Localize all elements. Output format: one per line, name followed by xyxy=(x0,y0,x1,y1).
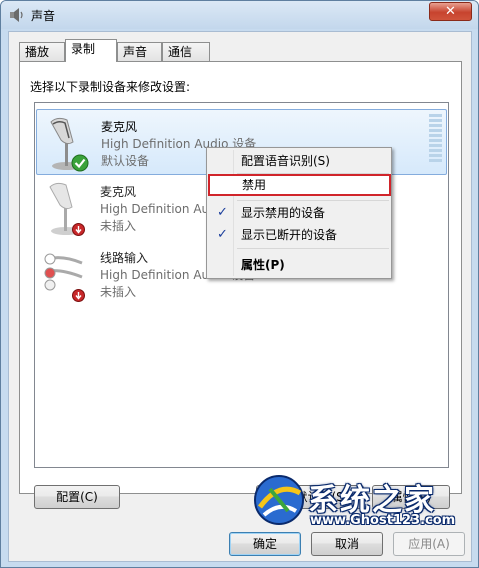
configure-button[interactable]: 配置(C) xyxy=(34,485,120,509)
tab-communications[interactable]: 通信 xyxy=(162,42,210,62)
apply-button[interactable]: 应用(A) xyxy=(393,532,465,556)
checkmark-icon: ✓ xyxy=(217,227,228,242)
device-name: 麦克风 xyxy=(100,185,137,199)
context-menu: 配置语音识别(S) 禁用 ✓ 显示禁用的设备 ✓ 显示已断开的设备 属性(P) xyxy=(206,147,392,279)
watermark-logo-icon xyxy=(254,475,304,525)
watermark: 系统之家 www.Ghost123.com xyxy=(248,469,476,533)
speaker-icon xyxy=(10,8,23,22)
ok-button[interactable]: 确定 xyxy=(229,532,301,556)
cancel-button[interactable]: 取消 xyxy=(311,532,383,556)
device-name: 线路输入 xyxy=(100,251,149,265)
unplugged-icon xyxy=(72,289,85,302)
default-check-icon xyxy=(71,154,89,172)
menu-item-show-disconnected[interactable]: ✓ 显示已断开的设备 xyxy=(209,224,389,246)
menu-separator xyxy=(237,248,389,249)
watermark-url: www.Ghost123.com xyxy=(310,513,456,528)
menu-item-show-disabled[interactable]: ✓ 显示禁用的设备 xyxy=(209,202,389,224)
sound-dialog: 声音 ✕ 播放 录制 声音 通信 选择以下录制设备来修改设置: 麦克风 High… xyxy=(0,0,479,568)
device-status: 未插入 xyxy=(100,219,137,233)
checkmark-icon: ✓ xyxy=(217,205,228,220)
tab-playback[interactable]: 播放 xyxy=(19,42,65,62)
menu-item-label: 显示禁用的设备 xyxy=(241,206,326,220)
menu-item-disable[interactable]: 禁用 xyxy=(208,174,391,196)
menu-item-label: 属性(P) xyxy=(241,258,285,272)
menu-item-label: 配置语音识别(S) xyxy=(241,154,330,168)
title-bar[interactable]: 声音 ✕ xyxy=(1,1,478,29)
tab-sounds[interactable]: 声音 xyxy=(117,42,162,62)
close-button[interactable]: ✕ xyxy=(429,2,472,21)
instruction-text: 选择以下录制设备来修改设置: xyxy=(30,80,191,94)
menu-item-label: 禁用 xyxy=(242,178,267,192)
menu-item-configure-speech[interactable]: 配置语音识别(S) xyxy=(209,150,389,172)
close-icon: ✕ xyxy=(445,4,456,19)
device-status: 默认设备 xyxy=(101,154,150,168)
menu-item-properties[interactable]: 属性(P) xyxy=(209,254,389,276)
unplugged-icon xyxy=(72,223,85,236)
window-title: 声音 xyxy=(31,9,56,23)
level-meter xyxy=(429,114,442,166)
device-name: 麦克风 xyxy=(101,120,138,134)
menu-separator xyxy=(237,200,389,201)
menu-item-label: 显示已断开的设备 xyxy=(241,228,338,242)
device-status: 未插入 xyxy=(100,285,137,299)
tab-recording[interactable]: 录制 xyxy=(65,39,117,62)
